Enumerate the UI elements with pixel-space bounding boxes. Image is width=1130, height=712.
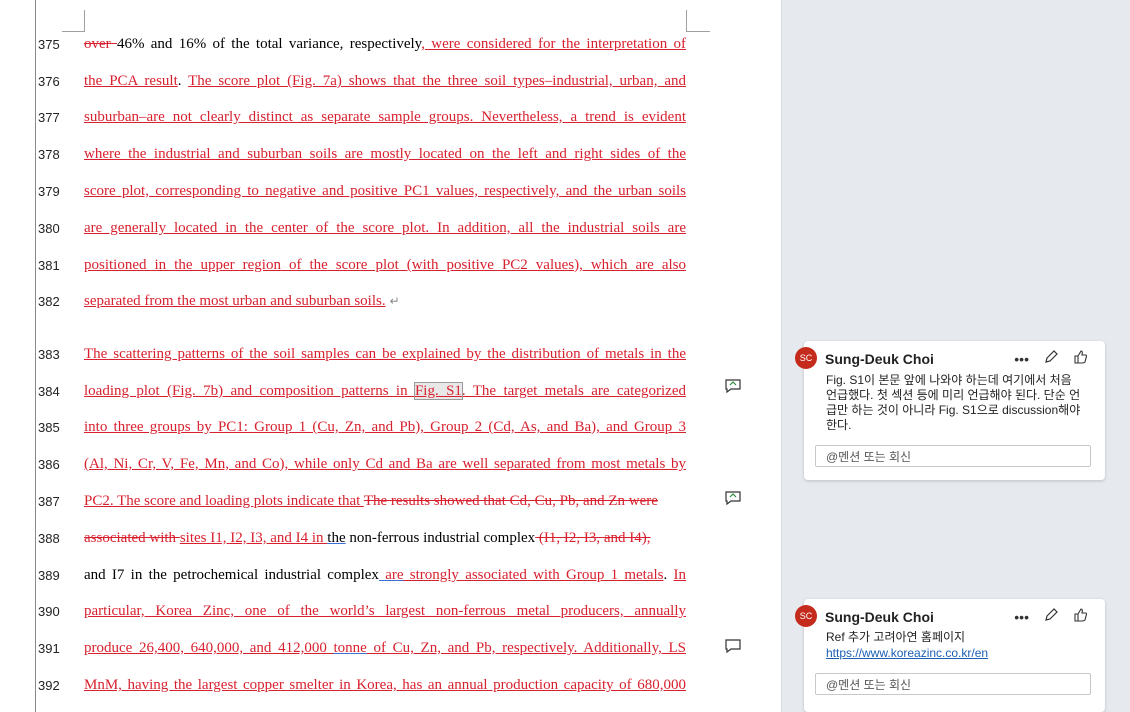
more-options-icon[interactable]: ••• — [1014, 609, 1029, 625]
comment-card[interactable]: SC Sung-Deuk Choi ••• Fig. S1이 본문 앞에 나와야… — [795, 341, 1105, 480]
document-line[interactable]: PC2. The score and loading plots indicat… — [84, 492, 686, 510]
text-run: (Al, Ni, Cr, V, Fe, Mn, and Co), while o… — [84, 456, 686, 472]
line-number: 380 — [38, 221, 60, 236]
document-line[interactable]: particular, Korea Zinc, one of the world… — [84, 602, 686, 620]
document-line[interactable]: associated with sites I1, I2, I3, and I4… — [84, 529, 686, 547]
text-run: over — [84, 36, 117, 52]
line-number: 386 — [38, 457, 60, 472]
document-line[interactable]: The scattering patterns of the soil samp… — [84, 345, 686, 363]
text-run: into three groups by PC1: Group 1 (Cu, Z… — [84, 419, 686, 435]
comment-author: Sung-Deuk Choi — [825, 609, 934, 625]
margin-corner-left — [84, 10, 85, 32]
text-run: separated from the most urban and suburb… — [84, 293, 386, 309]
margin-corner-right-h — [686, 31, 710, 32]
text-run: . Additionally, LS — [573, 640, 686, 656]
change-bar — [35, 0, 36, 712]
comment-link[interactable]: https://www.koreazinc.co.kr/en — [826, 646, 1086, 661]
line-number: 376 — [38, 74, 60, 89]
text-run: . — [177, 73, 189, 89]
text-run: . The target metals are categorized — [461, 383, 686, 399]
document-line[interactable]: are generally located in the center of t… — [84, 219, 686, 237]
line-number: 388 — [38, 531, 60, 546]
line-number: 383 — [38, 347, 60, 362]
document-line[interactable]: over 46% and 16% of the total variance, … — [84, 35, 686, 53]
document-line[interactable]: produce 26,400, 640,000, and 412,000 ton… — [84, 639, 686, 657]
text-run: are — [378, 567, 404, 583]
line-number: 392 — [38, 678, 60, 693]
reply-input[interactable]: @멘션 또는 회신 — [815, 673, 1091, 695]
comment-author: Sung-Deuk Choi — [825, 351, 934, 367]
document-line[interactable]: (Al, Ni, Cr, V, Fe, Mn, and Co), while o… — [84, 455, 686, 473]
edit-pencil-icon[interactable] — [1043, 349, 1059, 368]
text-run: PC2. The score and loading plots indicat… — [84, 493, 364, 509]
line-number: 391 — [38, 641, 60, 656]
margin-corner-left-h — [62, 31, 84, 32]
comment-marker-icon[interactable] — [724, 639, 742, 653]
reply-input[interactable]: @멘션 또는 회신 — [815, 445, 1091, 467]
margin-corner-right — [686, 10, 687, 32]
document-line[interactable]: positioned in the upper region of the sc… — [84, 256, 686, 274]
line-number: 390 — [38, 604, 60, 619]
line-number: 385 — [38, 420, 60, 435]
text-run: The score plot (Fig. 7a) shows that the … — [188, 73, 686, 89]
edit-pencil-icon[interactable] — [1043, 607, 1059, 626]
document-line[interactable]: separated from the most urban and suburb… — [84, 292, 686, 310]
text-run: where the industrial and suburban soils … — [84, 146, 686, 162]
comment-marker-icon[interactable] — [724, 379, 742, 393]
line-number: 384 — [38, 384, 60, 399]
document-line[interactable]: the PCA result. The score plot (Fig. 7a)… — [84, 72, 686, 90]
more-options-icon[interactable]: ••• — [1014, 351, 1029, 367]
text-run: positioned in the upper region of the sc… — [84, 257, 686, 273]
text-run: score plot, corresponding to negative an… — [84, 183, 686, 199]
line-number: 387 — [38, 494, 60, 509]
text-run: particular, Korea Zinc, one of the world… — [84, 603, 686, 619]
text-run: (I1, I2, I3, and I4), — [535, 530, 651, 546]
text-run: of Cu, Zn, and Pb, respectively — [366, 640, 574, 656]
text-run: sites I1, I2, I3, and I4 in — [179, 530, 328, 546]
line-number: 381 — [38, 258, 60, 273]
text-run: , were considered for the interpretation… — [421, 36, 686, 52]
paragraph-mark-icon: ↵ — [389, 294, 400, 308]
text-run: strongly associated with Group 1 metals — [403, 567, 664, 583]
line-number: 375 — [38, 37, 60, 52]
document-line[interactable]: where the industrial and suburban soils … — [84, 145, 686, 163]
document-page[interactable]: 375 over 46% and 16% of the total varianc… — [0, 0, 781, 712]
document-line[interactable]: MnM, having the largest copper smelter i… — [84, 676, 686, 694]
document-line[interactable]: and I7 in the petrochemical industrial c… — [84, 566, 686, 584]
thumbs-up-icon[interactable] — [1073, 607, 1089, 626]
comment-text: Ref 추가 고려아연 홈페이지 — [826, 630, 966, 644]
document-line[interactable]: score plot, corresponding to negative an… — [84, 182, 686, 200]
text-run: the — [327, 530, 346, 546]
text-run: the PCA result — [84, 73, 178, 89]
text-run: produce 26,400, 640,000, and 412,000 — [84, 640, 334, 656]
comment-marker-icon[interactable] — [724, 491, 742, 505]
text-run: The scattering patterns of the soil samp… — [84, 346, 686, 362]
document-line[interactable]: loading plot (Fig. 7b) and composition p… — [84, 382, 686, 400]
document-line[interactable]: into three groups by PC1: Group 1 (Cu, Z… — [84, 418, 686, 436]
document-line[interactable]: suburban–are not clearly distinct as sep… — [84, 108, 686, 126]
avatar: SC — [795, 605, 817, 627]
text-run: non-ferrous industrial complex — [345, 530, 536, 546]
text-run: In — [673, 567, 686, 583]
line-number: 379 — [38, 184, 60, 199]
line-number: 378 — [38, 147, 60, 162]
text-run: loading plot (Fig. 7b) and composition p… — [84, 383, 415, 399]
avatar: SC — [795, 347, 817, 369]
thumbs-up-icon[interactable] — [1073, 349, 1089, 368]
text-run: Fig. S1 — [413, 382, 463, 400]
comment-text: Fig. S1이 본문 앞에 나와야 하는데 여기에서 처음 언급했다. 첫 섹… — [826, 373, 1081, 432]
text-run: tonne — [333, 640, 367, 656]
line-number: 382 — [38, 294, 60, 309]
line-number: 389 — [38, 568, 60, 583]
text-run: . — [663, 567, 674, 583]
text-run: are generally located in the center of t… — [84, 220, 686, 236]
text-run: associated with — [84, 530, 180, 546]
text-run: suburban–are not clearly distinct as sep… — [84, 109, 686, 125]
comment-card[interactable]: SC Sung-Deuk Choi ••• Ref 추가 고려아연 홈페이지 h… — [795, 599, 1105, 712]
text-run: 46% and 16% of the total variance, respe… — [116, 36, 422, 52]
text-run: MnM, having the largest copper smelter i… — [84, 677, 686, 693]
text-run: and I7 in the petrochemical industrial c… — [84, 567, 379, 583]
text-run: The results showed that Cd, Cu, Pb, and … — [363, 493, 658, 509]
line-number: 377 — [38, 110, 60, 125]
